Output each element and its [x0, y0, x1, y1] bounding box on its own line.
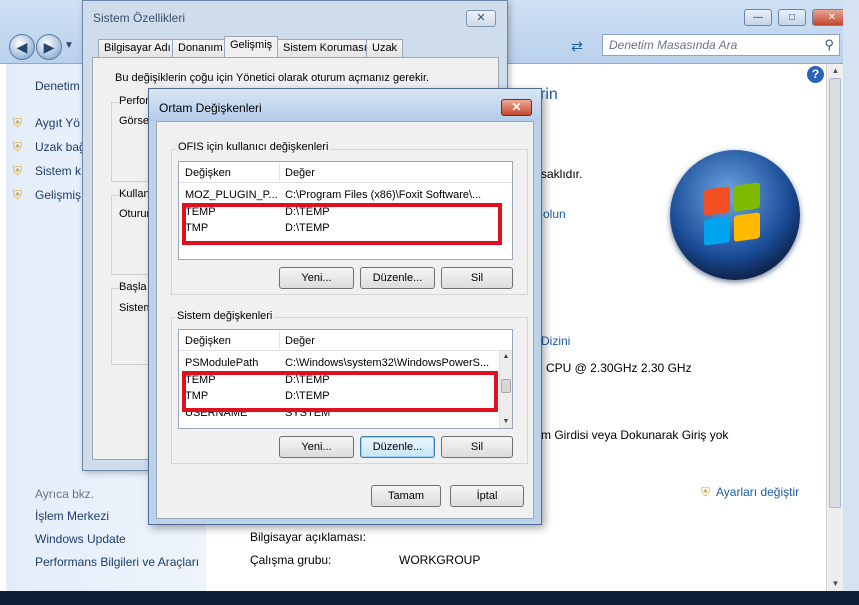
column-separator	[279, 164, 280, 181]
system-delete-button[interactable]: Sil	[441, 436, 513, 458]
help-icon[interactable]: ?	[807, 66, 824, 83]
computer-description-label: Bilgisayar açıklaması:	[250, 530, 367, 544]
pen-touch-value: m Girdisi veya Dokunarak Giriş yok	[541, 428, 729, 442]
back-button[interactable]: ◀	[9, 34, 35, 60]
scroll-up-icon[interactable]: ▲	[500, 351, 512, 363]
shield-icon: ⛨	[13, 188, 23, 202]
logo-flag-red	[704, 186, 730, 216]
user-new-button[interactable]: Yeni...	[279, 267, 354, 289]
search-placeholder: Denetim Masasında Ara	[609, 38, 738, 52]
logo-flag-yellow	[734, 212, 760, 242]
performance-group-label: Perfor	[119, 95, 149, 107]
maximize-button[interactable]: □	[778, 9, 806, 26]
user-edit-button[interactable]: Düzenle...	[360, 267, 435, 289]
window-edge	[843, 0, 859, 605]
windows-update-link[interactable]: Windows Update	[35, 532, 126, 546]
nav-advanced-settings[interactable]: Gelişmiş	[35, 188, 81, 202]
admin-notice: Bu değişiklerin çoğu için Yönetici olara…	[115, 72, 430, 84]
env-dialog-title: Ortam Değişkenleri	[159, 101, 262, 115]
scroll-thumb[interactable]	[829, 78, 841, 508]
system-properties-title: Sistem Özellikleri	[93, 11, 186, 25]
performance-tools-link[interactable]: Performans Bilgileri ve Araçları	[35, 555, 199, 569]
ok-button[interactable]: Tamam	[371, 485, 441, 507]
tab-computer-name[interactable]: Bilgisayar Adı	[98, 39, 177, 58]
forward-button[interactable]: ▶	[36, 34, 62, 60]
workgroup-value: WORKGROUP	[399, 553, 481, 567]
list-scrollbar[interactable]: ▲ ▼	[499, 351, 512, 428]
highlight-box	[182, 371, 498, 412]
var-name: MOZ_PLUGIN_P...	[185, 189, 278, 201]
taskbar	[0, 591, 859, 605]
column-header-variable[interactable]: Değişken	[185, 167, 231, 179]
highlight-box	[182, 203, 502, 245]
shield-icon: ⛨	[701, 485, 711, 499]
system-edit-button[interactable]: Düzenle...	[360, 436, 435, 458]
logo-flag-green	[734, 182, 760, 212]
scroll-thumb[interactable]	[501, 379, 511, 393]
nav-system-protection[interactable]: Sistem k	[35, 164, 81, 178]
user-profiles-label: Kullan	[119, 188, 150, 200]
cancel-button[interactable]: İptal	[450, 485, 524, 507]
search-input[interactable]: Denetim Masasında Ara ⚲	[602, 34, 840, 56]
minimize-button[interactable]: —	[744, 9, 772, 26]
shield-icon: ⛨	[13, 140, 23, 154]
var-value: C:\Program Files (x86)\Foxit Software\..…	[285, 189, 482, 201]
close-button[interactable]: ✕	[501, 99, 532, 116]
scroll-down-icon[interactable]: ▼	[827, 577, 844, 591]
scroll-up-icon[interactable]: ▲	[827, 64, 844, 78]
system-vars-label: Sistem değişkenleri	[175, 310, 275, 322]
rights-reserved-text: saklıdır.	[541, 167, 583, 181]
scroll-down-icon[interactable]: ▼	[500, 416, 512, 428]
experience-index-link[interactable]: Dizini	[541, 334, 570, 348]
shield-icon: ⛨	[13, 116, 23, 130]
tab-hardware[interactable]: Donanım	[172, 39, 229, 58]
page-heading-fragment: rin	[540, 86, 558, 103]
column-header-value[interactable]: Değer	[285, 167, 315, 179]
column-header-value[interactable]: Değer	[285, 335, 315, 347]
env-dialog-body: OFIS için kullanıcı değişkenleri Değişke…	[156, 121, 534, 519]
nav-home-link[interactable]: Denetim	[35, 79, 80, 93]
var-name: PSModulePath	[185, 357, 259, 369]
tab-advanced[interactable]: Gelişmiş	[224, 36, 279, 58]
shield-icon: ⛨	[13, 164, 23, 178]
env-titlebar: Ortam Değişkenleri ✕	[149, 89, 541, 121]
tab-system-protection[interactable]: Sistem Koruması	[277, 39, 373, 58]
main-scrollbar[interactable]: ▲ ▼	[826, 64, 843, 591]
windows-logo	[670, 150, 800, 280]
close-button[interactable]: ✕	[466, 10, 496, 27]
tab-remote[interactable]: Uzak	[366, 39, 404, 58]
list-header: Değişken Değer	[179, 330, 512, 351]
nav-remote-settings[interactable]: Uzak bağ	[35, 140, 86, 154]
see-also-header: Ayrıca bkz.	[35, 487, 95, 501]
column-header-variable[interactable]: Değişken	[185, 335, 231, 347]
environment-variables-dialog: Ortam Değişkenleri ✕ OFIS için kullanıcı…	[148, 88, 542, 525]
user-delete-button[interactable]: Sil	[441, 267, 513, 289]
nav-device-manager[interactable]: Aygıt Yö	[35, 116, 80, 130]
search-icon[interactable]: ⚲	[824, 37, 834, 53]
workgroup-label: Çalışma grubu:	[250, 553, 332, 567]
visual-effects-text: Görse	[119, 115, 149, 127]
logo-flag-blue	[704, 216, 730, 246]
system-new-button[interactable]: Yeni...	[279, 436, 354, 458]
chevron-down-icon[interactable]: ▼	[64, 40, 74, 51]
more-features-link[interactable]: olun	[543, 207, 566, 221]
var-value: C:\Windows\system32\WindowsPowerS...	[285, 357, 490, 369]
startup-label: Başla	[119, 281, 147, 293]
user-vars-label: OFIS için kullanıcı değişkenleri	[176, 141, 331, 153]
list-header: Değişken Değer	[179, 162, 512, 183]
system-var-row[interactable]: PSModulePath C:\Windows\system32\Windows…	[179, 356, 512, 372]
column-separator	[279, 332, 280, 349]
action-center-link[interactable]: İşlem Merkezi	[35, 509, 109, 523]
user-var-row[interactable]: MOZ_PLUGIN_P... C:\Program Files (x86)\F…	[179, 188, 512, 204]
processor-value: CPU @ 2.30GHz 2.30 GHz	[546, 361, 692, 375]
refresh-icon[interactable]: ⇄	[566, 36, 588, 56]
change-settings-link[interactable]: Ayarları değiştir	[716, 485, 799, 499]
